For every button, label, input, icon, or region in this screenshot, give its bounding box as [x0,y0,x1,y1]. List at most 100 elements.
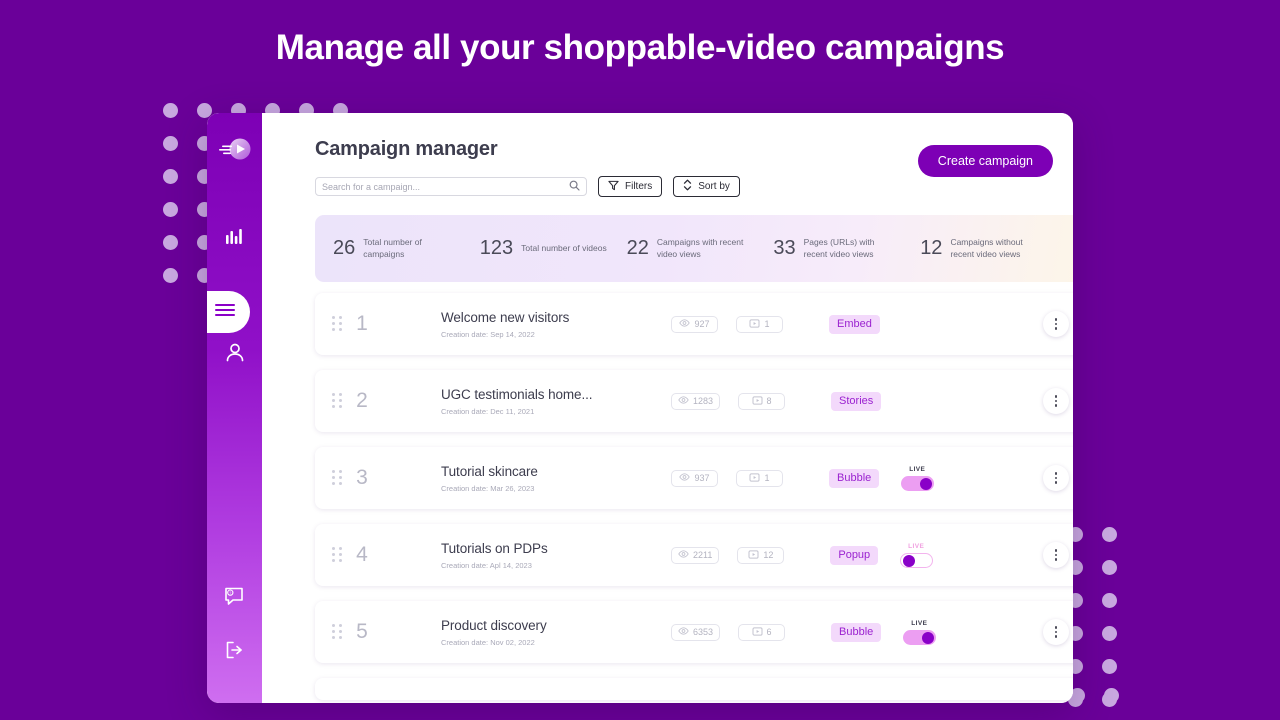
campaign-info: Welcome new visitors Creation date: Sep 1… [441,310,671,339]
decorative-dot [163,235,178,250]
video-play-icon [749,473,760,484]
drag-handle-icon[interactable] [332,624,345,641]
videos-count: 8 [767,396,772,406]
more-options-icon[interactable] [1043,465,1069,491]
campaign-list: 1 Welcome new visitors Creation date: Sep … [315,293,1073,700]
live-toggle-wrap: LIVE [897,466,937,491]
sidebar: ? [207,113,262,703]
views-chip: 937 [671,470,718,487]
video-play-icon [752,396,763,407]
campaign-name: UGC testimonials home... [441,387,671,402]
hamburger-menu-icon [214,302,236,323]
sidebar-item-account[interactable] [207,325,262,379]
drag-handle-icon[interactable] [332,316,345,333]
sort-by-button[interactable]: Sort by [673,176,740,197]
toggle-knob [922,632,934,644]
toggle-knob [903,555,915,567]
videos-chip: 1 [736,316,783,333]
more-options-icon[interactable] [1043,388,1069,414]
drag-handle-icon[interactable] [332,393,345,410]
sort-updown-icon [683,179,692,194]
sidebar-item-analytics[interactable] [207,209,262,263]
video-play-icon [752,627,763,638]
decorative-dot [1102,560,1117,575]
views-count: 937 [694,473,709,483]
campaign-name: Tutorial skincare [441,464,671,479]
stat-label: Total number of videos [521,243,607,255]
more-options-icon[interactable] [1043,311,1069,337]
videos-count: 1 [764,319,769,329]
drag-handle-icon[interactable] [332,547,345,564]
sidebar-item-logout[interactable] [207,623,262,677]
sidebar-item-help[interactable]: ? [207,569,262,623]
campaign-name: Product discovery [441,618,671,633]
videos-chip: 6 [738,624,785,641]
stat-label: Campaigns with recent video views [657,237,752,260]
campaign-info: UGC testimonials home...Creation date: D… [441,387,671,416]
eye-icon [678,627,689,637]
stat-label: Campaigns without recent video views [950,237,1045,260]
stat-value: 123 [480,237,513,260]
stat-item: 12 Campaigns without recent video views [920,237,1067,260]
live-toggle[interactable] [901,476,934,491]
search-field[interactable] [322,182,569,192]
campaign-date: Creation date: Nov 02, 2022 [441,638,671,647]
campaign-type-badge: Embed [829,315,880,334]
live-toggle[interactable] [900,553,933,568]
views-chip: 1283 [671,393,720,410]
campaign-type-badge: Bubble [829,469,879,488]
decorative-dot [1102,527,1117,542]
views-chip: 6353 [671,624,720,641]
campaign-name: Welcome new visitors [441,310,671,325]
videos-chip: 12 [737,547,784,564]
campaign-info: Tutorial skincare Creation date: Mar 26, … [441,464,671,493]
drag-handle-icon[interactable] [332,470,345,487]
funnel-icon [608,180,619,194]
more-options-icon[interactable] [1043,542,1069,568]
campaign-row[interactable]: 3Tutorial skincareCreation date: Mar 26,… [315,447,1073,509]
decorative-dot [1104,688,1119,703]
videos-count: 12 [763,550,773,560]
filters-button[interactable]: Filters [598,176,662,197]
campaign-row[interactable]: 2 UGC testimonials home...Creation date: … [315,370,1073,432]
decorative-dot [1102,626,1117,641]
live-toggle[interactable] [903,630,936,645]
stat-label: Total number of campaigns [363,237,458,260]
live-label: LIVE [911,620,927,627]
stat-value: 26 [333,237,355,260]
stat-value: 33 [773,237,795,260]
page-headline: Manage all your shoppable-video campaign… [0,28,1280,68]
create-campaign-button[interactable]: Create campaign [918,145,1053,177]
campaign-row-partial[interactable] [315,678,1073,700]
user-icon [224,341,246,363]
stat-value: 12 [920,237,942,260]
campaign-type-badge: Popup [830,546,878,565]
more-options-icon[interactable] [1043,619,1069,645]
views-chip: 927 [671,316,718,333]
campaign-type-badge: Bubble [831,623,881,642]
stat-item: 123 Total number of videos [480,237,627,260]
app-logo[interactable] [218,135,252,169]
campaign-row[interactable]: 1 Welcome new visitors Creation date: Sep … [315,293,1073,355]
decorative-dot [163,136,178,151]
campaign-date: Creation date: Sep 14, 2022 [441,330,671,339]
live-toggle-wrap: LIVE [899,620,939,645]
campaign-date: Creation date: Mar 26, 2023 [441,484,671,493]
stat-item: 33Pages (URLs) with recent video views [773,237,920,260]
videos-count: 1 [764,473,769,483]
video-play-icon [749,319,760,330]
campaign-row[interactable]: 4Tutorials on PDPsCreation date: Apl 14,… [315,524,1073,586]
views-count: 1283 [693,396,713,406]
bar-chart-icon [225,227,245,245]
toggle-knob [920,478,932,490]
campaign-rank: 2 [345,389,379,413]
sort-by-label: Sort by [698,181,730,192]
decorative-dot [163,202,178,217]
search-icon [569,178,580,196]
campaign-row[interactable]: 5Product discoveryCreation date: Nov 02,… [315,601,1073,663]
sidebar-item-campaigns[interactable] [207,291,250,333]
campaign-type-badge: Stories [831,392,881,411]
decorative-dot [163,169,178,184]
video-play-icon [748,550,759,561]
search-input[interactable] [315,177,587,196]
